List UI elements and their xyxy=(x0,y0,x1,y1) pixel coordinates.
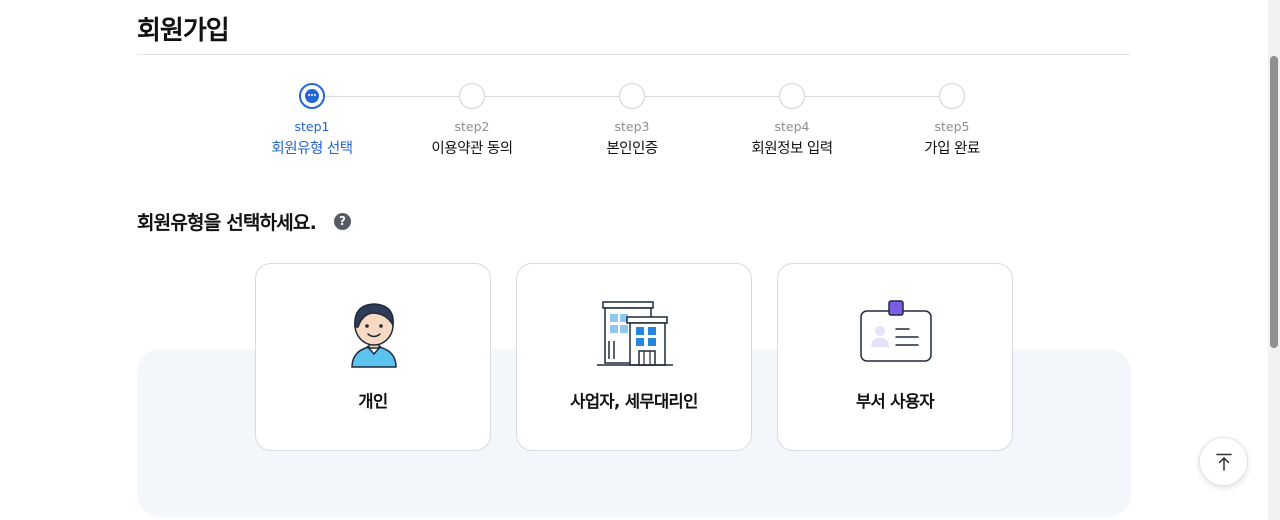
scroll-to-top-button[interactable] xyxy=(1199,437,1248,486)
step-current-icon xyxy=(299,83,325,109)
section-heading: 회원유형을 선택하세요. xyxy=(137,212,317,234)
title-divider xyxy=(137,54,1130,55)
member-type-individual-card[interactable]: 개인 xyxy=(255,263,491,451)
signup-page: 회원가입 step1 회원유형 선택 step2 이용약관 동의 step3 본… xyxy=(0,0,1280,520)
step-label: 본인인증 xyxy=(606,141,658,157)
step-number: step1 xyxy=(294,119,330,134)
scrollbar-thumb[interactable] xyxy=(1270,56,1278,348)
arrow-up-icon xyxy=(1216,453,1232,471)
vertical-scrollbar[interactable] xyxy=(1268,0,1280,520)
step-label: 가입 완료 xyxy=(924,141,980,157)
step-label: 회원정보 입력 xyxy=(751,141,833,157)
step-label: 이용약관 동의 xyxy=(431,141,513,157)
card-label: 사업자, 세무대리인 xyxy=(570,392,698,411)
id-badge-icon xyxy=(856,297,936,369)
step-circle-icon xyxy=(619,83,645,109)
step-circle-icon xyxy=(779,83,805,109)
signup-stepper: step1 회원유형 선택 step2 이용약관 동의 step3 본인인증 s… xyxy=(232,80,1034,170)
step-circle-icon xyxy=(459,83,485,109)
step-number: step5 xyxy=(934,119,970,134)
step-number: step3 xyxy=(614,119,650,134)
help-icon[interactable]: ? xyxy=(334,213,351,230)
step-label: 회원유형 선택 xyxy=(271,141,353,157)
step-number: step2 xyxy=(454,119,490,134)
member-type-business-card[interactable]: 사업자, 세무대리인 xyxy=(516,263,752,451)
step-circle-icon xyxy=(939,83,965,109)
card-label: 개인 xyxy=(358,392,388,411)
card-label: 부서 사용자 xyxy=(855,392,935,411)
step-number: step4 xyxy=(774,119,810,134)
page-title: 회원가입 xyxy=(137,16,230,46)
member-type-department-card[interactable]: 부서 사용자 xyxy=(777,263,1013,451)
person-icon xyxy=(334,297,414,369)
building-icon xyxy=(595,297,675,369)
